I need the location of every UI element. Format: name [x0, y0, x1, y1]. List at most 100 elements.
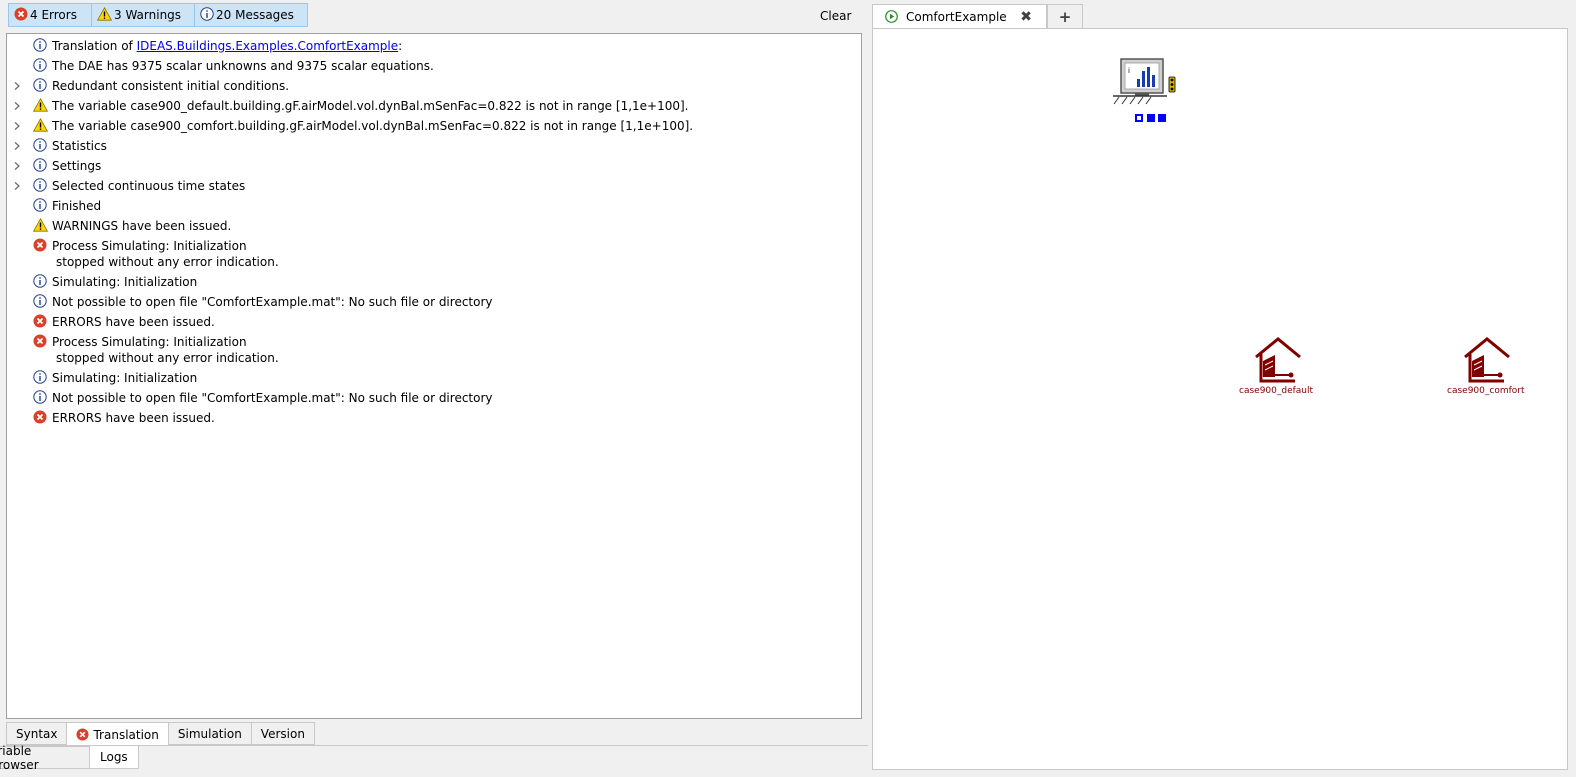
message-line: Finished [52, 199, 102, 213]
document-tab-comfort-example[interactable]: ComfortExample ✖ [872, 4, 1047, 28]
document-tab-bar: ComfortExample ✖ + [872, 4, 1083, 28]
bottom-tab-bar: Syntax Translation Simulation Version [6, 722, 315, 746]
plus-icon: + [1058, 7, 1072, 26]
tab-syntax[interactable]: Syntax [6, 722, 67, 745]
svg-text:i: i [1128, 67, 1130, 75]
info-icon [33, 78, 47, 92]
error-icon [33, 410, 47, 424]
chevron-right-icon[interactable] [12, 180, 22, 190]
chevron-right-icon[interactable] [12, 120, 22, 130]
model-link[interactable]: IDEAS.Buildings.Examples.ComfortExample [137, 39, 399, 53]
diagram-canvas[interactable]: i case900_default case900_comfort [872, 28, 1568, 770]
message-text: ERRORS have been issued. [52, 410, 215, 426]
tab-translation-label: Translation [93, 727, 159, 742]
error-icon [33, 334, 47, 348]
errors-filter-button[interactable]: 4 Errors [8, 3, 92, 27]
info-icon [33, 390, 47, 404]
chevron-right-icon[interactable] [12, 160, 22, 170]
info-icon [33, 138, 47, 152]
warnings-filter-button[interactable]: 3 Warnings [91, 3, 195, 27]
messages-filter-label: 20 Messages [216, 8, 294, 22]
info-icon [200, 6, 214, 24]
warning-icon [32, 117, 49, 132]
info-icon [33, 58, 47, 72]
message-line-2: stopped without any error indication. [56, 255, 279, 269]
document-tab-title: ComfortExample [906, 9, 1007, 24]
info-icon [33, 198, 47, 212]
errors-filter-label: 4 Errors [30, 8, 77, 22]
tab-simulation-label: Simulation [177, 726, 242, 741]
message-line: ERRORS have been issued. [52, 315, 215, 329]
monitor-chart-icon: i [1113, 58, 1176, 122]
message-text: The variable case900_comfort.building.gF… [52, 118, 693, 134]
info-icon [33, 178, 47, 192]
message-text: Translation of IDEAS.Buildings.Examples.… [52, 38, 402, 54]
tab-variable-browser[interactable]: ariable Browser [0, 743, 90, 772]
warning-icon [32, 97, 49, 112]
message-line-2: stopped without any error indication. [56, 351, 279, 365]
tab-version-label: Version [260, 726, 305, 741]
message-text: Process Simulating: Initialization stoppe… [52, 334, 279, 366]
message-text: Not possible to open file "ComfortExampl… [52, 390, 493, 406]
message-line: The variable case900_comfort.building.gF… [52, 119, 694, 133]
message-text: The variable case900_default.building.gF… [52, 98, 689, 114]
message-line: Settings [52, 159, 102, 173]
info-icon [33, 370, 47, 384]
clear-button[interactable]: Clear [820, 9, 851, 23]
message-text: ERRORS have been issued. [52, 314, 215, 330]
error-icon [33, 238, 47, 252]
tab-logs[interactable]: Logs [90, 746, 139, 769]
message-text: Process Simulating: Initialization stoppe… [52, 238, 279, 270]
message-line: The DAE has 9375 scalar unknowns and 937… [52, 59, 434, 73]
message-line: Translation of [52, 39, 137, 53]
tab-syntax-label: Syntax [16, 726, 58, 741]
message-text: Statistics [52, 138, 107, 154]
message-line: Not possible to open file "ComfortExampl… [52, 391, 493, 405]
message-filter-bar: 4 Errors 3 Warnings 20 Messages [8, 3, 308, 29]
message-line: Process Simulating: Initialization [52, 335, 247, 349]
building-icon [1255, 337, 1301, 383]
message-line: Selected continuous time states [52, 179, 246, 193]
chevron-right-icon[interactable] [12, 100, 22, 110]
diagram-panel: ComfortExample ✖ + i case900_default cas… [872, 0, 1576, 777]
message-line: Simulating: Initialization [52, 371, 198, 385]
sim-info-manager-component[interactable]: i [1109, 57, 1181, 129]
message-log: Translation of IDEAS.Buildings.Examples.… [6, 33, 862, 719]
message-text: Redundant consistent initial conditions. [52, 78, 289, 94]
error-icon [76, 728, 90, 741]
case900-default-component[interactable] [1253, 337, 1303, 385]
message-line: Statistics [52, 139, 107, 153]
message-line: ERRORS have been issued. [52, 411, 215, 425]
messages-filter-button[interactable]: 20 Messages [194, 3, 308, 27]
chevron-right-icon[interactable] [12, 80, 22, 90]
panel-tab-bar: ariable Browser Logs [0, 743, 139, 772]
message-line: Process Simulating: Initialization [52, 239, 247, 253]
warnings-filter-label: 3 Warnings [114, 8, 182, 22]
close-icon[interactable]: ✖ [1020, 9, 1032, 25]
tab-variable-browser-label: ariable Browser [0, 743, 39, 772]
info-icon [33, 38, 47, 52]
tab-simulation[interactable]: Simulation [167, 722, 251, 745]
message-text: Selected continuous time states [52, 178, 245, 194]
error-icon [33, 314, 47, 328]
info-icon [33, 274, 47, 288]
case900-default-label: case900_default [1239, 386, 1314, 396]
warning-icon [96, 6, 113, 24]
messages-panel: 4 Errors 3 Warnings 20 Messages Clear Tr… [0, 0, 868, 777]
chevron-right-icon[interactable] [12, 140, 22, 150]
tab-translation[interactable]: Translation [66, 722, 168, 746]
tab-version[interactable]: Version [250, 722, 315, 745]
message-suffix: : [398, 39, 403, 53]
message-line: The variable case900_default.building.gF… [52, 99, 689, 113]
simulate-play-icon [885, 10, 898, 23]
message-text: WARNINGS have been issued. [52, 218, 231, 234]
message-line: Redundant consistent initial conditions. [52, 79, 290, 93]
message-line: WARNINGS have been issued. [52, 219, 232, 233]
message-text: Simulating: Initialization [52, 274, 197, 290]
building-icon [1464, 337, 1510, 383]
info-icon [33, 158, 47, 172]
case900-comfort-component[interactable] [1462, 337, 1512, 385]
add-tab-button[interactable]: + [1047, 4, 1083, 28]
message-text: Settings [52, 158, 101, 174]
case900-comfort-label: case900_comfort [1447, 386, 1525, 396]
